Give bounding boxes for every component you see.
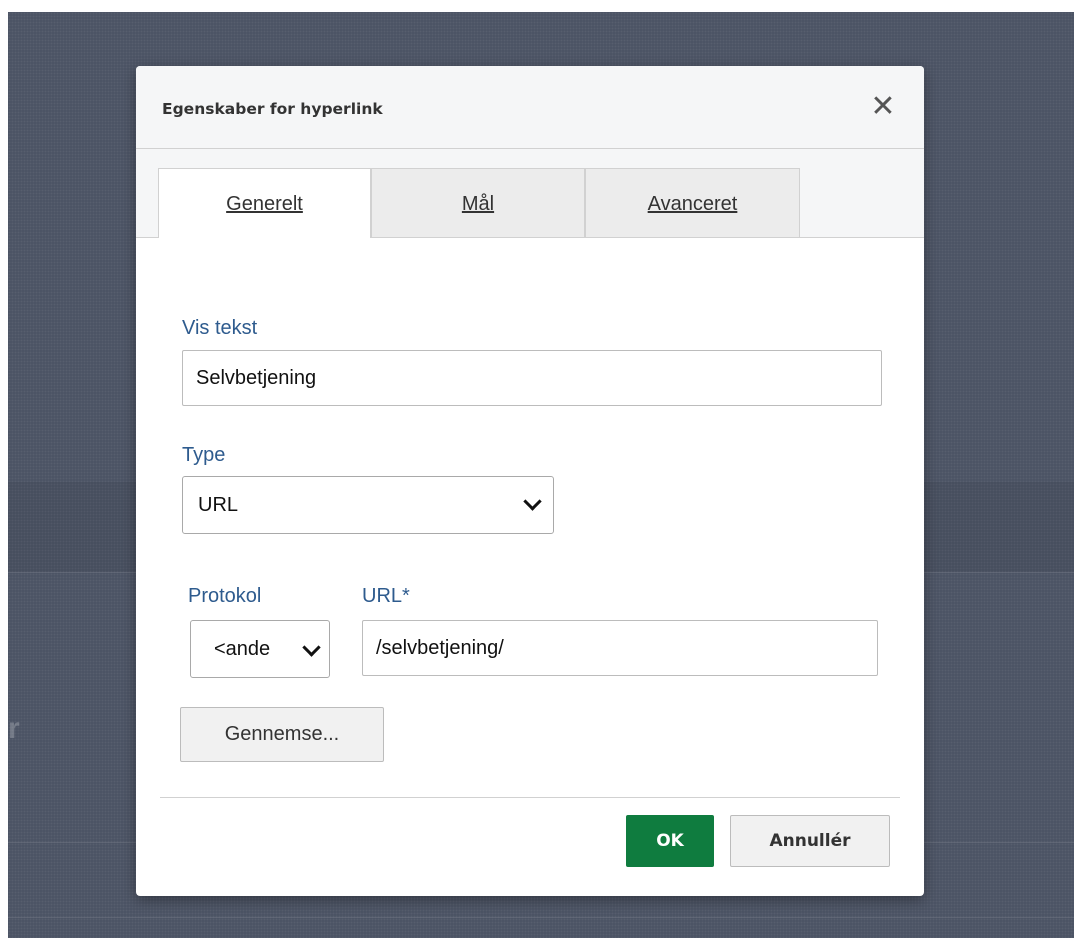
type-label: Type: [182, 444, 226, 466]
close-icon[interactable]: ✕: [868, 92, 898, 122]
protocol-select-value: <ande: [214, 638, 271, 660]
protocol-label: Protokol: [188, 585, 262, 607]
ok-button[interactable]: OK: [626, 815, 714, 867]
chevron-down-icon: [302, 638, 321, 657]
cancel-button[interactable]: Annullér: [730, 815, 890, 867]
display-text-label: Vis tekst: [182, 317, 258, 339]
tab-general[interactable]: Generelt: [158, 168, 371, 238]
tab-advanced-label: Avanceret: [647, 193, 738, 215]
tab-target[interactable]: Mål: [371, 168, 585, 237]
dialog-title: Egenskaber for hyperlink: [162, 100, 383, 118]
background-text-fragment: r: [8, 712, 20, 745]
tab-general-label: Generelt: [226, 193, 303, 215]
protocol-select[interactable]: <ande: [190, 620, 330, 678]
tab-target-label: Mål: [461, 193, 495, 215]
hyperlink-properties-dialog: Egenskaber for hyperlink ✕ Generelt Mål …: [136, 66, 924, 896]
display-text-input[interactable]: [182, 350, 882, 406]
tab-bar: Generelt Mål Avanceret: [136, 149, 924, 238]
type-select-value: URL: [198, 494, 239, 516]
dialog-header: Egenskaber for hyperlink ✕: [136, 66, 924, 149]
url-input[interactable]: [362, 620, 878, 676]
background-divider: [8, 917, 1074, 918]
url-label: URL*: [362, 585, 410, 607]
chevron-down-icon: [523, 492, 542, 511]
tab-advanced[interactable]: Avanceret: [585, 168, 800, 237]
browse-button[interactable]: Gennemse...: [180, 707, 384, 762]
footer-divider: [160, 797, 900, 798]
type-select[interactable]: URL: [182, 476, 554, 534]
